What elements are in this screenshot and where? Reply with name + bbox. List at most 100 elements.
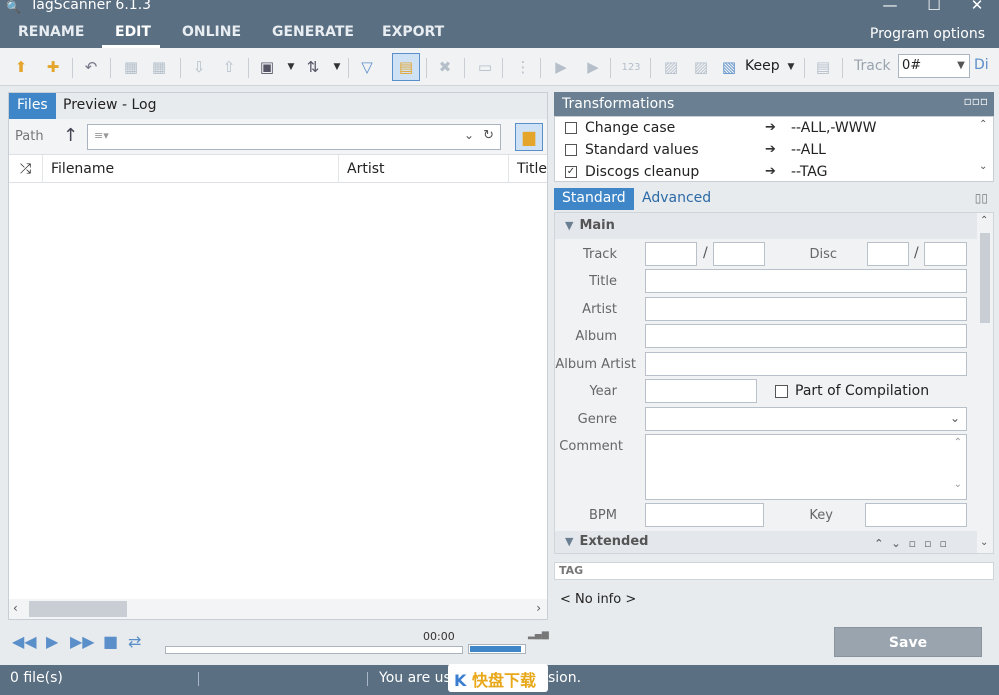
path-history-icon[interactable]: ≡▾ bbox=[94, 129, 109, 142]
open-folder-icon[interactable]: ⬆ bbox=[10, 56, 32, 78]
scroll-up-icon[interactable]: ⌃ bbox=[954, 437, 962, 448]
disc-total-input[interactable] bbox=[924, 242, 967, 266]
scroll-up-icon[interactable]: ⌃ bbox=[980, 215, 988, 226]
year-input[interactable] bbox=[645, 379, 757, 403]
collapse-icon[interactable]: ▼ bbox=[565, 219, 573, 232]
more-icon[interactable]: ▫▫▫ bbox=[964, 94, 988, 108]
scroll-up-icon[interactable]: ⌃ bbox=[979, 119, 987, 130]
minimize-button[interactable]: — bbox=[875, 0, 905, 14]
view-mode-icon[interactable]: ▣ bbox=[256, 56, 278, 78]
chevron-down-icon[interactable]: ▼ bbox=[280, 56, 302, 78]
tab-standard[interactable]: Standard bbox=[554, 188, 634, 210]
keep-dropdown[interactable]: Keep bbox=[745, 58, 780, 74]
play-file-icon[interactable]: ▶ bbox=[550, 56, 572, 78]
transformation-checkbox[interactable] bbox=[565, 144, 577, 156]
disc-toggle[interactable]: Di bbox=[974, 54, 999, 78]
scroll-down-icon[interactable]: ⌄ bbox=[954, 479, 962, 490]
scroll-thumb[interactable] bbox=[980, 233, 990, 323]
filter-icon[interactable]: ▽ bbox=[356, 56, 378, 78]
folder-icon[interactable]: ▭ bbox=[474, 56, 496, 78]
transformation-checkbox-checked[interactable]: ✓ bbox=[565, 166, 577, 178]
column-artist[interactable]: Artist bbox=[339, 155, 509, 183]
remove-tags-icon[interactable]: ✖ bbox=[434, 56, 456, 78]
browse-folder-button[interactable]: ▆ bbox=[515, 123, 543, 151]
track-input[interactable] bbox=[645, 242, 697, 266]
transformation-checkbox[interactable] bbox=[565, 122, 577, 134]
cover-import-icon[interactable]: ▨ bbox=[660, 56, 682, 78]
tab-export[interactable]: EXPORT bbox=[382, 24, 444, 40]
keep-icon[interactable]: ▧ bbox=[718, 56, 740, 78]
move-down-icon[interactable]: ⇩ bbox=[188, 56, 210, 78]
chevron-down-icon[interactable]: ▼ bbox=[780, 56, 802, 78]
compilation-checkbox[interactable] bbox=[775, 385, 788, 398]
scroll-down-icon[interactable]: ⌄ bbox=[979, 161, 987, 172]
tab-online[interactable]: ONLINE bbox=[182, 24, 241, 40]
repeat-icon[interactable]: ⇄ bbox=[128, 632, 141, 651]
stop-icon[interactable]: ■ bbox=[103, 632, 118, 651]
close-button[interactable]: ✕ bbox=[962, 0, 992, 14]
horizontal-scrollbar[interactable]: ‹ › bbox=[9, 599, 547, 619]
rewind-icon[interactable]: ◀◀ bbox=[12, 632, 37, 651]
tab-edit[interactable]: EDIT bbox=[115, 24, 151, 40]
volume-slider[interactable] bbox=[468, 644, 526, 654]
extended-controls[interactable]: ⌃⌄▫▫▫ bbox=[874, 537, 955, 550]
transformation-item[interactable]: ✓ Discogs cleanup ➔ --TAG bbox=[555, 161, 975, 183]
form-scrollbar[interactable]: ⌃ ⌄ bbox=[977, 213, 993, 553]
tab-preview-log[interactable]: Preview - Log bbox=[55, 93, 164, 119]
tag-editor-icon[interactable]: ▤ bbox=[392, 53, 420, 81]
column-filename[interactable]: Filename bbox=[43, 155, 339, 183]
move-up-icon[interactable]: ⇧ bbox=[218, 56, 240, 78]
maximize-button[interactable]: ☐ bbox=[919, 0, 949, 14]
layout-toggle-icon[interactable]: ▯▯ bbox=[975, 191, 988, 205]
chevron-down-icon[interactable]: ▼ bbox=[326, 56, 348, 78]
select-none-icon[interactable]: ▦ bbox=[148, 56, 170, 78]
artist-input[interactable] bbox=[645, 297, 967, 321]
transformation-item[interactable]: Standard values ➔ --ALL bbox=[555, 139, 975, 161]
tab-advanced[interactable]: Advanced bbox=[634, 188, 719, 210]
undo-icon[interactable]: ↶ bbox=[80, 56, 102, 78]
up-folder-icon[interactable]: ↑ bbox=[63, 125, 78, 146]
tab-files[interactable]: Files bbox=[9, 93, 56, 119]
column-title[interactable]: Title bbox=[509, 155, 547, 183]
transformation-item[interactable]: Change case ➔ --ALL,-WWW bbox=[555, 117, 975, 139]
album-artist-input[interactable] bbox=[645, 352, 967, 376]
program-options-link[interactable]: Program options bbox=[870, 26, 985, 42]
tab-generate[interactable]: GENERATE bbox=[272, 24, 354, 40]
comment-textarea[interactable]: ⌃ ⌄ bbox=[645, 434, 967, 500]
play-icon[interactable]: ▶ bbox=[46, 632, 58, 651]
select-all-icon[interactable]: ▦ bbox=[120, 56, 142, 78]
play-list-icon[interactable]: ▶ bbox=[582, 56, 604, 78]
add-folder-icon[interactable]: ✚ bbox=[42, 56, 64, 78]
shuffle-icon[interactable]: ⤮ bbox=[9, 155, 43, 183]
genre-select[interactable]: ⌄ bbox=[645, 407, 967, 431]
key-input[interactable] bbox=[865, 503, 967, 527]
cover-export-icon[interactable]: ▨ bbox=[690, 56, 712, 78]
scroll-right-icon[interactable]: › bbox=[536, 601, 541, 615]
chevron-down-icon[interactable]: ▼ bbox=[953, 55, 969, 77]
seek-bar[interactable] bbox=[165, 646, 463, 654]
scroll-thumb[interactable] bbox=[29, 601, 127, 617]
save-button[interactable]: Save bbox=[834, 627, 982, 657]
title-input[interactable] bbox=[645, 269, 967, 293]
section-extended[interactable]: ▼ Extended ⌃⌄▫▫▫ bbox=[555, 531, 979, 553]
path-input[interactable]: ≡▾ ⌄ ↻ bbox=[87, 124, 501, 150]
fast-forward-icon[interactable]: ▶▶ bbox=[70, 632, 95, 651]
sort-icon[interactable]: ⇅ bbox=[302, 56, 324, 78]
chevron-down-icon[interactable]: ⌄ bbox=[464, 128, 474, 142]
file-list[interactable] bbox=[9, 183, 547, 599]
disc-input[interactable] bbox=[867, 242, 909, 266]
track-format-select[interactable]: 0# ▼ bbox=[898, 54, 970, 78]
bpm-input[interactable] bbox=[645, 503, 764, 527]
scroll-down-icon[interactable]: ⌄ bbox=[980, 537, 988, 548]
tab-rename[interactable]: RENAME bbox=[18, 24, 84, 40]
transformations-scrollbar[interactable]: ⌃ ⌄ bbox=[975, 117, 993, 181]
collapse-icon[interactable]: ▼ bbox=[565, 535, 573, 548]
chevron-down-icon[interactable]: ⌄ bbox=[950, 411, 960, 425]
numbering-icon[interactable]: 123 bbox=[620, 56, 642, 78]
scroll-left-icon[interactable]: ‹ bbox=[13, 601, 18, 615]
split-icon[interactable]: ⋮ bbox=[512, 56, 534, 78]
album-input[interactable] bbox=[645, 324, 967, 348]
refresh-icon[interactable]: ↻ bbox=[483, 128, 494, 143]
section-main[interactable]: ▼ Main bbox=[555, 213, 979, 239]
report-icon[interactable]: ▤ bbox=[812, 56, 834, 78]
